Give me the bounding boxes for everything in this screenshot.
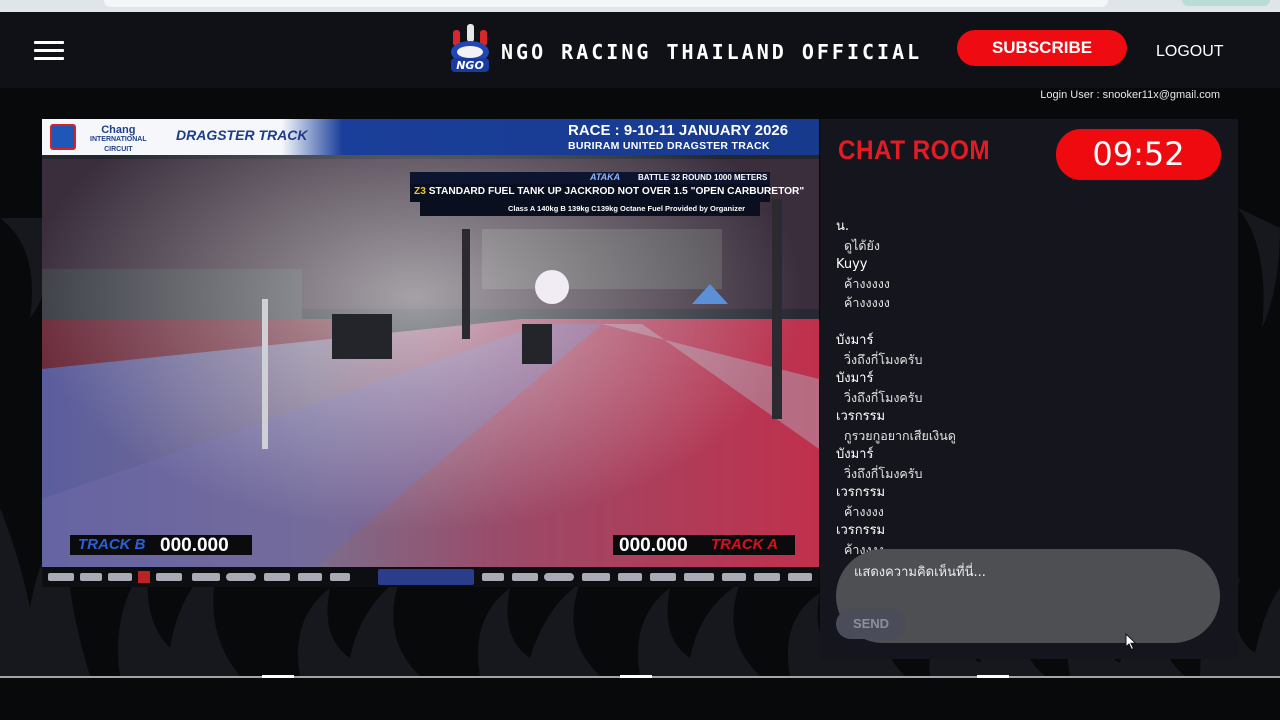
dragster-track-logo: DRAGSTER TRACK: [176, 127, 308, 143]
chat-text: ดูได้ยัง: [844, 238, 880, 253]
browser-chrome-strip: [0, 0, 1280, 12]
chat-username: บังมาร์: [836, 447, 874, 462]
brand-line-1: Chang: [101, 124, 136, 136]
chat-text: ค้างงงงง: [844, 276, 890, 291]
race-distance: 1000 METERS: [714, 173, 768, 182]
logout-link[interactable]: LOGOUT: [1156, 43, 1224, 61]
sponsor-logo-strip: [42, 567, 819, 587]
send-button[interactable]: SEND: [836, 609, 906, 639]
class-title-text: STANDARD FUEL TANK UP JACKROD NOT OVER 1…: [428, 186, 805, 197]
chat-message-input[interactable]: [854, 561, 1194, 583]
class-code: Z3: [414, 186, 426, 197]
track-a-timer: 000.000 TRACK A: [613, 535, 795, 556]
chat-text: ค้างงงงง: [844, 295, 890, 310]
race-date-title: RACE : 9-10-11 JANUARY 2026: [568, 122, 789, 139]
chat-username: เวรกรรม: [836, 409, 886, 424]
race-class-subtitle: Class A 140kg B 139kg C139kg Octane Fuel…: [508, 204, 746, 213]
battle-rounds: BATTLE 32 ROUND: [638, 173, 712, 182]
race-venue: BURIRAM UNITED DRAGSTER TRACK: [568, 140, 770, 152]
countdown-timer: 09:52: [1056, 129, 1221, 180]
login-user-label: Login User : snooker11x@gmail.com: [1040, 89, 1220, 101]
race-class-title: Z3 STANDARD FUEL TANK UP JACKROD NOT OVE…: [414, 186, 804, 197]
chat-username: เวรกรรม: [836, 485, 886, 500]
ngo-racing-logo: NGO: [451, 24, 489, 72]
footer-marker: [620, 675, 652, 678]
chang-circuit-logo: [50, 124, 76, 150]
top-navigation-bar: NGO NGO RACING THAILAND OFFICIAL SUBSCRI…: [0, 12, 1280, 88]
chang-circuit-text: Chang INTERNATIONAL CIRCUIT: [90, 125, 147, 155]
brand-line-2: INTERNATIONAL: [90, 136, 147, 143]
site-title: NGO RACING THAILAND OFFICIAL: [501, 40, 923, 64]
mouse-pointer-icon: [1125, 633, 1137, 651]
chat-message: บังมาร์ วิ่งถึงกี่โมงครับ: [836, 445, 1226, 483]
chat-message: เวรกรรม กูรวยกูอยากเสียเงินดู: [836, 407, 1226, 445]
live-video-player[interactable]: Chang INTERNATIONAL CIRCUIT DRAGSTER TRA…: [42, 119, 819, 587]
broadcast-top-banner: Chang INTERNATIONAL CIRCUIT DRAGSTER TRA…: [42, 119, 819, 155]
chat-message: เวรกรรม ค้างงงง: [836, 483, 1226, 521]
chat-message: Kuyy ค้างงงงง ค้างงงงง: [836, 255, 1226, 312]
chat-text: วิ่งถึงกี่โมงครับ: [844, 352, 923, 367]
footer-marker: [977, 675, 1009, 678]
chat-username: บังมาร์: [836, 371, 874, 386]
chat-room-panel: CHAT ROOM 09:52 น. ดูได้ยัง Kuyy ค้างงงง…: [820, 119, 1238, 659]
race-class-banner: ATAKA BATTLE 32 ROUND 1000 METERS Z3 STA…: [410, 172, 804, 216]
track-b-time: 000.000: [160, 535, 229, 556]
chat-username: น.: [836, 219, 850, 234]
chat-message-list[interactable]: น. ดูได้ยัง Kuyy ค้างงงงง ค้างงงงง บังมา…: [836, 217, 1226, 567]
chat-username: บังมาร์: [836, 333, 874, 348]
track-b-timer: TRACK B 000.000: [70, 535, 252, 556]
svg-text:NGO: NGO: [456, 59, 484, 72]
chat-message: บังมาร์ วิ่งถึงกี่โมงครับ: [836, 331, 1226, 369]
address-bar[interactable]: [104, 0, 1108, 7]
hamburger-menu-icon[interactable]: [34, 41, 64, 61]
chat-room-title: CHAT ROOM: [838, 135, 991, 165]
subscribe-button[interactable]: SUBSCRIBE: [957, 30, 1127, 66]
browser-extension-button[interactable]: [1182, 0, 1270, 6]
chat-message: บังมาร์ วิ่งถึงกี่โมงครับ: [836, 369, 1226, 407]
ataka-brand: ATAKA: [590, 172, 621, 182]
chat-username: เวรกรรม: [836, 523, 886, 538]
chat-text: วิ่งถึงกี่โมงครับ: [844, 390, 923, 405]
chat-text: กูรวยกูอยากเสียเงินดู: [844, 428, 956, 443]
track-a-time: 000.000: [619, 535, 688, 556]
chat-text: ค้างงงง: [844, 504, 884, 519]
chat-compose-box: SEND: [836, 549, 1220, 643]
chat-text: วิ่งถึงกี่โมงครับ: [844, 466, 923, 481]
track-a-label: TRACK A: [711, 536, 778, 553]
footer-marker: [262, 675, 294, 678]
chat-message: น. ดูได้ยัง: [836, 217, 1226, 255]
brand-line-3: CIRCUIT: [104, 146, 133, 153]
track-b-label: TRACK B: [78, 536, 146, 553]
chat-username: Kuyy: [836, 257, 868, 272]
